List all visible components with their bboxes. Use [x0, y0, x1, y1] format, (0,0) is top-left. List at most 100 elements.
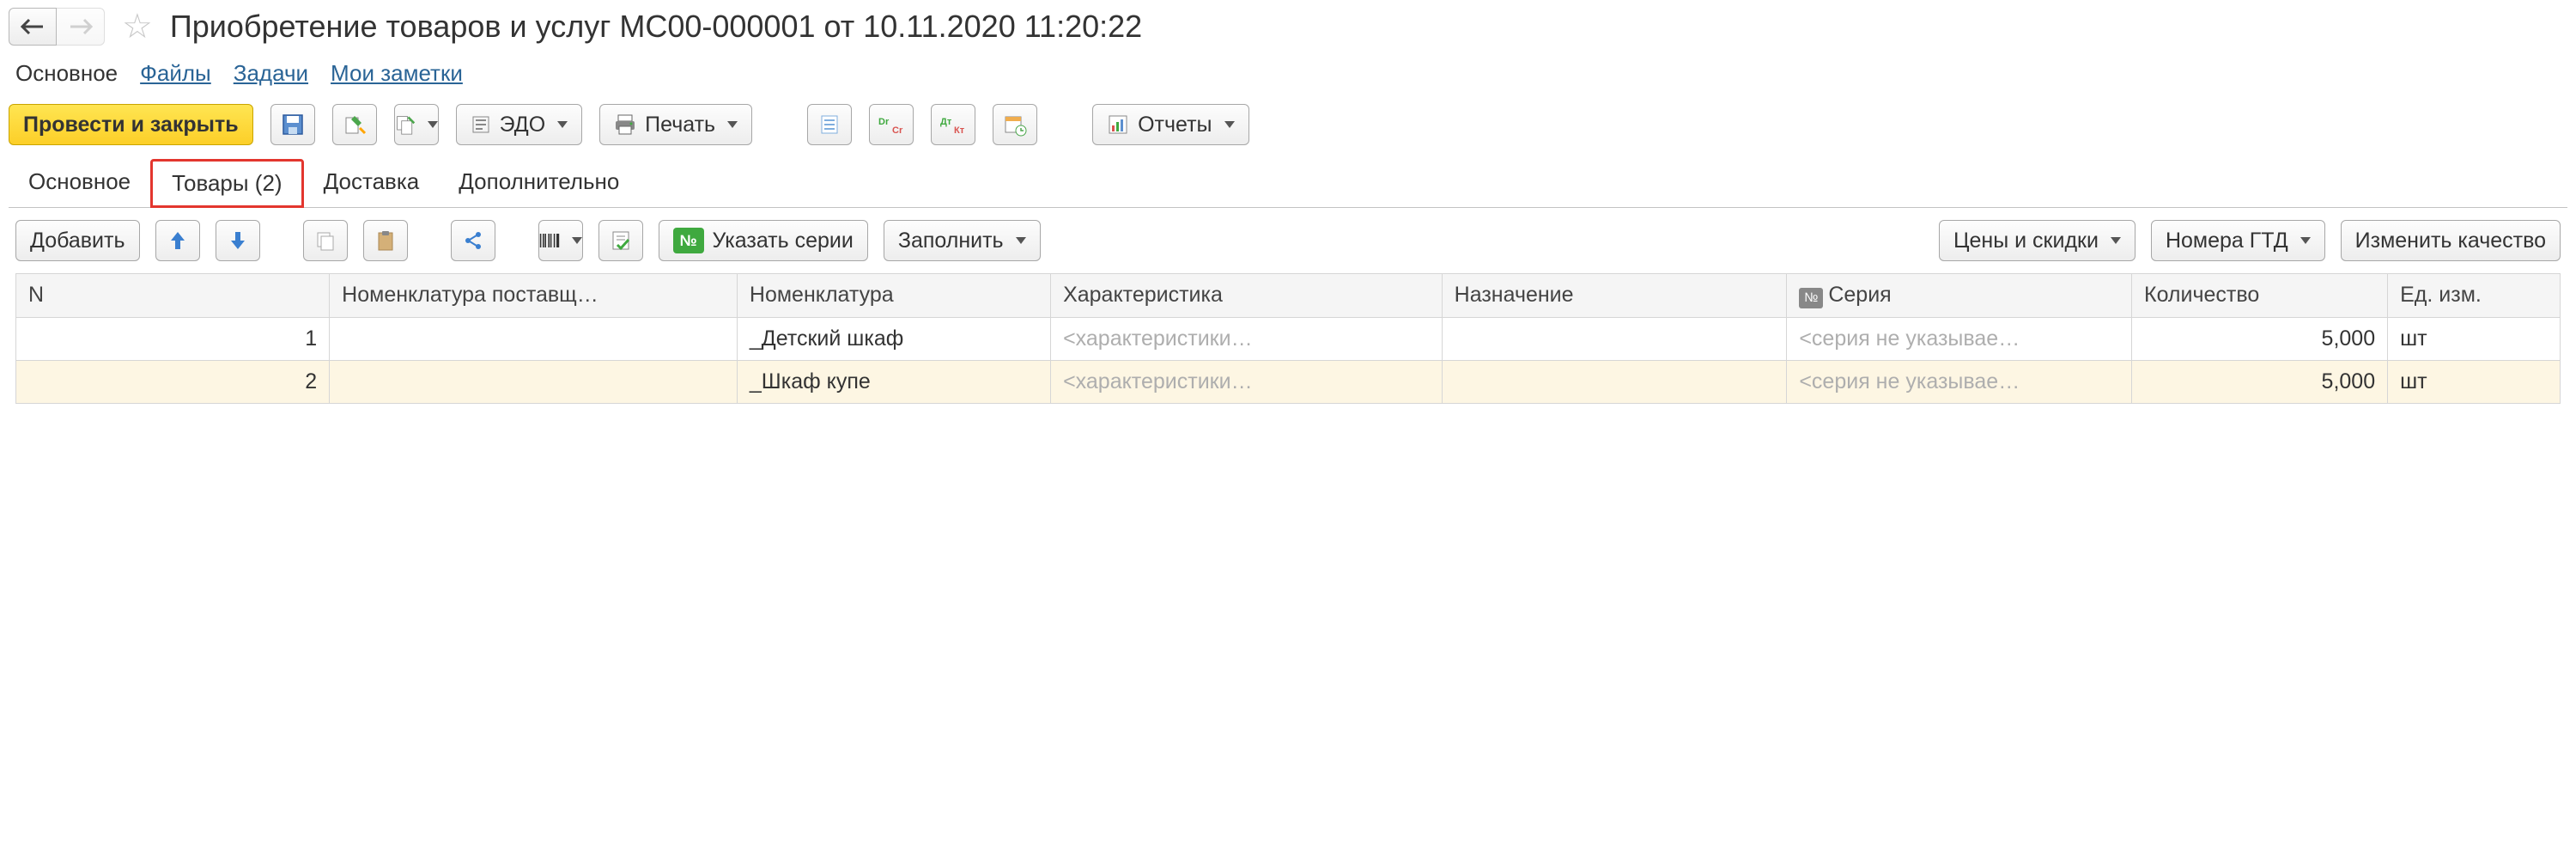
schedule-button[interactable]	[993, 104, 1037, 145]
copy-icon	[314, 229, 337, 252]
printer-icon	[614, 113, 636, 136]
cell-char[interactable]: <характеристики…	[1051, 360, 1443, 403]
barcode-icon	[539, 230, 560, 251]
create-based-button[interactable]	[394, 104, 439, 145]
check-doc-button[interactable]	[598, 220, 643, 261]
cell-unit[interactable]: шт	[2388, 317, 2561, 360]
move-up-button[interactable]	[155, 220, 200, 261]
cell-qty[interactable]: 5,000	[2132, 317, 2388, 360]
cell-series[interactable]: <серия не указывае…	[1787, 317, 2132, 360]
dr-cr-button[interactable]: DrCr	[869, 104, 914, 145]
fill-button[interactable]: Заполнить	[884, 220, 1041, 261]
cell-nom[interactable]: _Детский шкаф	[737, 317, 1050, 360]
chevron-down-icon	[1224, 121, 1235, 128]
gtd-numbers-button[interactable]: Номера ГТД	[2151, 220, 2325, 261]
reports-button[interactable]: Отчеты	[1092, 104, 1249, 145]
nav-tab-tasks[interactable]: Задачи	[234, 60, 308, 87]
drcr-icon: DrCr	[877, 114, 906, 135]
svg-text:Dr: Dr	[878, 117, 890, 127]
number-badge-icon: №	[673, 228, 704, 253]
reports-label: Отчеты	[1138, 113, 1212, 137]
cell-purpose[interactable]	[1442, 360, 1787, 403]
svg-text:Кт: Кт	[954, 125, 965, 135]
list-icon	[818, 113, 841, 136]
doc-check-icon	[610, 229, 632, 252]
post-button[interactable]	[332, 104, 377, 145]
dtkt-icon: ДтКт	[939, 114, 968, 135]
prices-label: Цены и скидки	[1953, 229, 2099, 253]
col-header-series[interactable]: №Серия	[1787, 274, 2132, 318]
page-title: Приобретение товаров и услуг МС00-000001…	[170, 9, 1142, 45]
copy-doc-icon	[395, 113, 416, 137]
goods-table: N Номенклатура поставщ… Номенклатура Хар…	[15, 273, 2561, 404]
col-header-n[interactable]: N	[16, 274, 330, 318]
cell-supplier-nom[interactable]	[330, 317, 738, 360]
table-header-row: N Номенклатура поставщ… Номенклатура Хар…	[16, 274, 2561, 318]
prices-discounts-button[interactable]: Цены и скидки	[1939, 220, 2136, 261]
floppy-icon	[282, 113, 304, 136]
cell-unit[interactable]: шт	[2388, 360, 2561, 403]
barcode-button[interactable]	[538, 220, 583, 261]
arrow-right-icon	[69, 18, 93, 35]
chart-icon	[1107, 113, 1129, 136]
fill-label: Заполнить	[898, 229, 1004, 253]
chevron-down-icon	[727, 121, 738, 128]
subtab-additional[interactable]: Дополнительно	[439, 159, 639, 208]
cell-n[interactable]: 1	[16, 317, 330, 360]
gtd-label: Номера ГТД	[2166, 229, 2288, 253]
print-label: Печать	[645, 113, 715, 137]
dt-kt-button[interactable]: ДтКт	[931, 104, 975, 145]
subtab-delivery[interactable]: Доставка	[304, 159, 440, 208]
svg-text:Cr: Cr	[892, 125, 903, 135]
table-row[interactable]: 2 _Шкаф купе <характеристики… <серия не …	[16, 360, 2561, 403]
chevron-down-icon	[1016, 237, 1026, 244]
col-header-qty[interactable]: Количество	[2132, 274, 2388, 318]
table-row[interactable]: 1 _Детский шкаф <характеристики… <серия …	[16, 317, 2561, 360]
share-button[interactable]	[451, 220, 495, 261]
nav-tab-files[interactable]: Файлы	[140, 60, 211, 87]
edo-icon	[471, 114, 491, 135]
cell-supplier-nom[interactable]	[330, 360, 738, 403]
cell-n[interactable]: 2	[16, 360, 330, 403]
subtab-main[interactable]: Основное	[9, 159, 150, 208]
nav-back-button[interactable]	[9, 8, 57, 46]
favorite-star-icon[interactable]: ☆	[122, 7, 153, 46]
specify-series-label: Указать серии	[713, 229, 854, 253]
cell-purpose[interactable]	[1442, 317, 1787, 360]
nav-forward-button	[57, 8, 105, 46]
nav-tab-main[interactable]: Основное	[15, 60, 118, 87]
chevron-down-icon	[2300, 237, 2311, 244]
specify-series-button[interactable]: № Указать серии	[659, 220, 868, 261]
arrow-down-icon	[229, 230, 246, 251]
clipboard-icon	[374, 229, 397, 252]
paste-row-button[interactable]	[363, 220, 408, 261]
copy-row-button[interactable]	[303, 220, 348, 261]
edo-button[interactable]: ЭДО	[456, 104, 583, 145]
change-quality-button[interactable]: Изменить качество	[2341, 220, 2561, 261]
chevron-down-icon	[557, 121, 568, 128]
calendar-clock-icon	[1003, 113, 1027, 137]
col-header-unit[interactable]: Ед. изм.	[2388, 274, 2561, 318]
cell-nom[interactable]: _Шкаф купе	[737, 360, 1050, 403]
nav-tab-notes[interactable]: Мои заметки	[331, 60, 463, 87]
share-icon	[462, 229, 484, 252]
save-close-button[interactable]: Провести и закрыть	[9, 104, 253, 145]
save-button[interactable]	[270, 104, 315, 145]
chevron-down-icon	[2111, 237, 2121, 244]
cell-char[interactable]: <характеристики…	[1051, 317, 1443, 360]
add-row-button[interactable]: Добавить	[15, 220, 140, 261]
cell-series[interactable]: <серия не указывае…	[1787, 360, 2132, 403]
post-icon	[343, 113, 367, 137]
col-header-purpose[interactable]: Назначение	[1442, 274, 1787, 318]
col-header-nom[interactable]: Номенклатура	[737, 274, 1050, 318]
col-header-supplier-nom[interactable]: Номенклатура поставщ…	[330, 274, 738, 318]
cell-qty[interactable]: 5,000	[2132, 360, 2388, 403]
edo-label: ЭДО	[500, 113, 546, 137]
print-button[interactable]: Печать	[599, 104, 752, 145]
structure-button[interactable]	[807, 104, 852, 145]
chevron-down-icon	[572, 237, 582, 244]
move-down-button[interactable]	[216, 220, 260, 261]
chevron-down-icon	[428, 121, 438, 128]
subtab-goods[interactable]: Товары (2)	[150, 159, 303, 208]
col-header-char[interactable]: Характеристика	[1051, 274, 1443, 318]
